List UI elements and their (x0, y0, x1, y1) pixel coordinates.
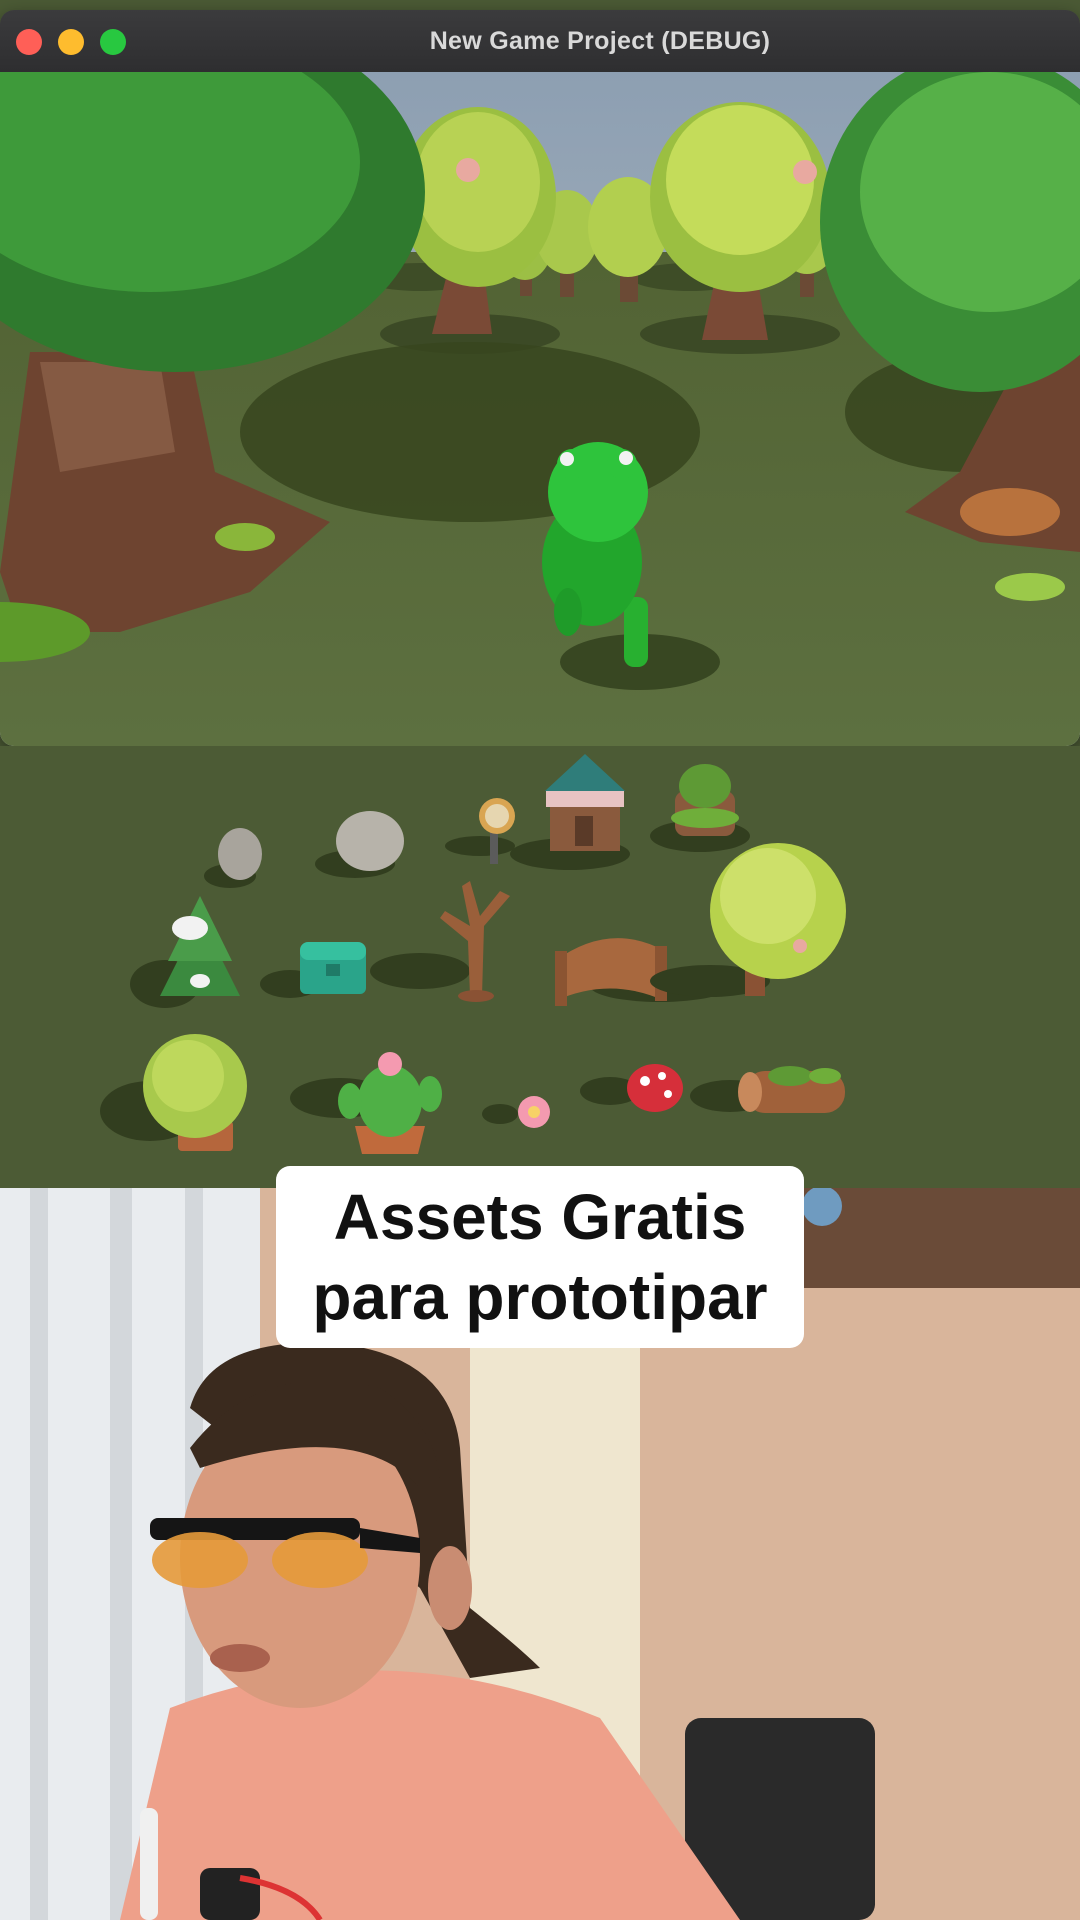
window-title: New Game Project (DEBUG) (429, 27, 771, 55)
caption-line-1: Assets Gratis (333, 1181, 747, 1253)
caption-line-2: para prototipar (312, 1261, 768, 1333)
window-titlebar[interactable]: New Game Project (DEBUG) (0, 10, 1080, 73)
shelf (800, 1188, 1080, 1288)
game-viewport[interactable] (0, 72, 1080, 746)
asset-gallery (0, 746, 1080, 1188)
game-window: New Game Project (DEBUG) (0, 10, 1080, 746)
caption-box: Assets Gratis para prototipar (276, 1166, 804, 1348)
